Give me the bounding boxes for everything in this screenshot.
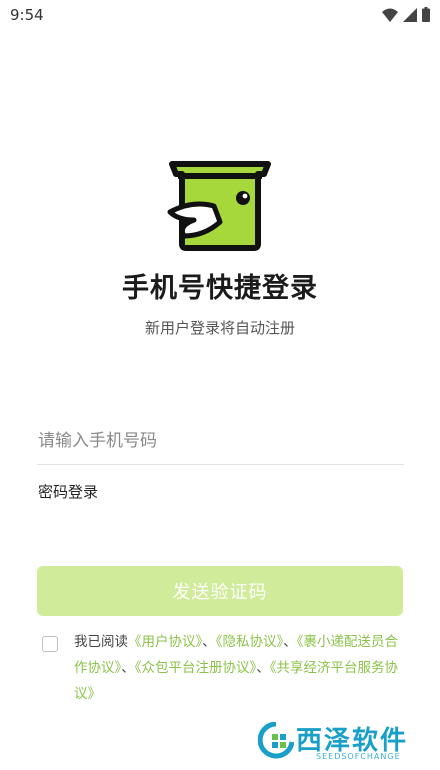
user-agreement-link[interactable]: 《用户协议》 xyxy=(128,634,202,650)
status-bar: 9:54 xyxy=(0,0,440,30)
wifi-icon xyxy=(382,8,398,22)
agreement-prefix: 我已阅读 xyxy=(74,634,128,650)
watermark-logo-icon xyxy=(258,722,294,759)
agreement-checkbox[interactable] xyxy=(42,636,58,652)
phone-input[interactable] xyxy=(37,418,404,465)
agreement-separator: 、 xyxy=(256,660,270,676)
page-subtitle: 新用户登录将自动注册 xyxy=(144,319,295,337)
watermark-sub: SEEDSOFCHANGE xyxy=(316,752,401,761)
signal-icon xyxy=(403,7,417,22)
send-code-button[interactable]: 发送验证码 xyxy=(37,566,403,616)
agreement-separator: 、 xyxy=(202,634,216,650)
password-login-link[interactable]: 密码登录 xyxy=(38,481,98,502)
crowdsourcing-registration-agreement-link[interactable]: 《众包平台注册协议》 xyxy=(135,660,257,676)
agreement-text: 我已阅读《用户协议》、《隐私协议》、《裹小递配送员合作协议》、《众包平台注册协议… xyxy=(74,629,410,707)
watermark: 西泽软件 SEEDSOFCHANGE xyxy=(258,718,428,768)
status-icons xyxy=(382,7,430,22)
battery-icon xyxy=(422,7,430,22)
agreement-separator: 、 xyxy=(283,634,297,650)
privacy-agreement-link[interactable]: 《隐私协议》 xyxy=(216,634,284,650)
page-title: 手机号快捷登录 xyxy=(122,273,318,304)
status-time: 9:54 xyxy=(10,6,44,24)
app-logo-icon xyxy=(167,161,271,251)
agreement-separator: 、 xyxy=(121,660,135,676)
